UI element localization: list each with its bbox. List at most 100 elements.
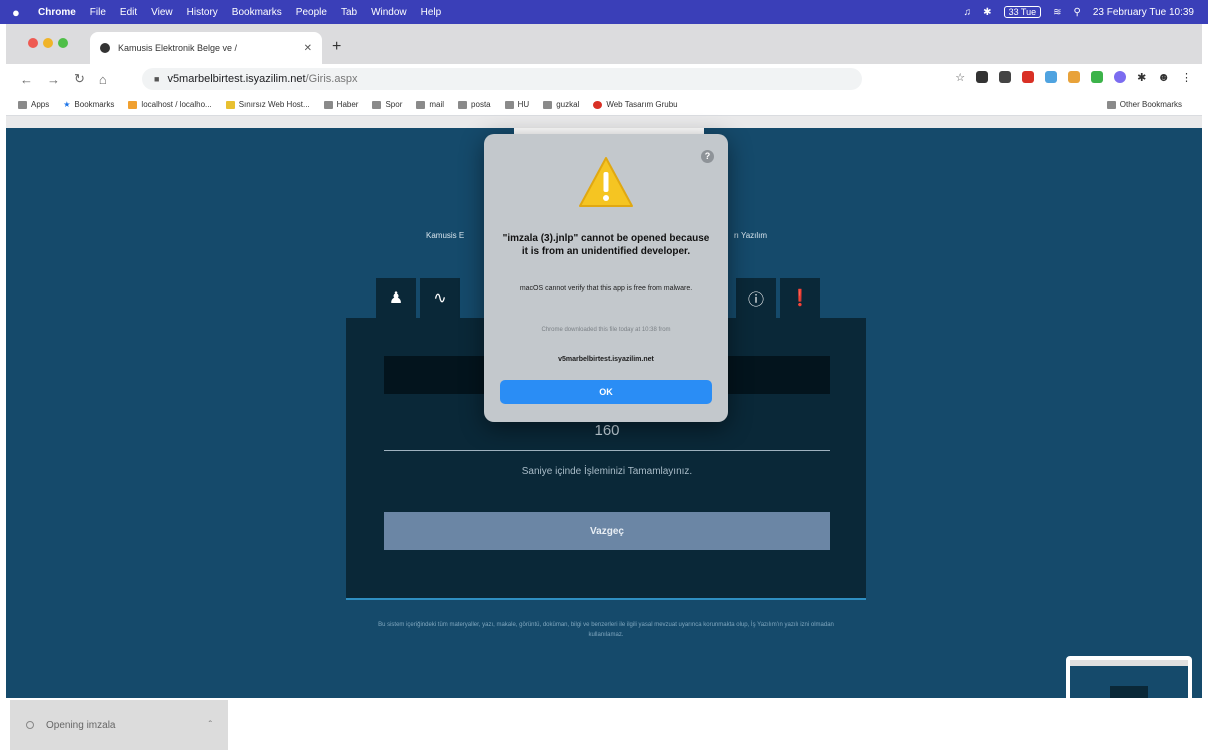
menu-edit[interactable]: Edit [120,7,137,18]
back-icon[interactable]: ← [20,72,33,87]
warning-icon [579,157,633,207]
close-window-button[interactable] [28,38,38,48]
apple-menu-icon[interactable]: ● [12,5,28,20]
signature-icon: ∿ [433,290,447,307]
star-bookmark-icon[interactable]: ☆ [955,71,965,84]
cancel-button[interactable]: Vazgeç [384,512,830,550]
lock-icon[interactable]: ■ [154,74,159,84]
extensions-puzzle-icon[interactable]: ✱ [1137,71,1146,84]
info-tab[interactable]: ❗ [780,278,820,318]
bookmark-label: guzkal [556,100,580,109]
bookmark-label: localhost / localho... [141,100,212,109]
help-button[interactable]: ? [701,150,714,163]
bookmark-folder-posta[interactable]: posta [458,100,491,109]
bookmark-label: Web Tasarım Grubu [606,100,678,109]
bookmark-web-tasarim[interactable]: Web Tasarım Grubu [593,100,678,109]
extension-icon[interactable] [1068,71,1081,83]
extension-icon[interactable] [1114,71,1127,83]
tab-title: Kamusis Elektronik Belge ve / [118,43,238,53]
bookmark-folder-mail[interactable]: mail [416,100,444,109]
menu-history[interactable]: History [187,7,218,18]
bookmark-web-host[interactable]: Sınırsız Web Host... [225,100,310,109]
bookmark-favicon-icon [128,100,138,109]
bookmark-label: HU [517,100,530,109]
countdown-hint: Saniye içinde İşleminizi Tamamlayınız. [521,466,693,477]
bluetooth-icon[interactable]: ✱ [983,7,991,18]
bookmark-localhost[interactable]: localhost / localho... [128,100,212,109]
bookmark-other[interactable]: Other Bookmarks [1106,100,1182,109]
bookmark-folder-haber[interactable]: Haber [323,100,359,109]
page-subtitle-right: rı Yazılım [734,231,768,240]
menu-bookmarks[interactable]: Bookmarks [232,7,282,18]
fullscreen-window-button[interactable] [58,38,68,48]
extension-icons: ☆ ✱ ☻ ⋮ [955,70,1192,84]
browser-toolbar: ← → ↻ ⌂ ■ v5marbelbirtest.isyazilim.net /… [6,64,1202,94]
bookmark-label: Other Bookmarks [1119,100,1182,109]
browser-window: Kamusis Elektronik Belge ve / ✕ + ← → ↻ … [6,24,1202,129]
more-menu-icon[interactable]: ⋮ [1181,71,1192,84]
bookmark-label: Sınırsız Web Host... [238,100,310,109]
gatekeeper-alert-dialog: ? "imzala (3).jnlp" cannot be opened bec… [484,134,728,422]
forward-icon[interactable]: → [47,72,60,87]
minimize-window-button[interactable] [43,38,53,48]
battery-status[interactable]: 33 Tue [1003,6,1042,18]
bookmark-label: Apps [31,100,50,109]
reload-icon[interactable]: ↻ [74,71,85,87]
new-tab-button[interactable]: + [332,38,341,56]
countdown-value: 160 [594,422,620,439]
datetime-clock[interactable]: 23 February Tue 10:39 [1093,7,1194,18]
download-label: Opening imzala [46,719,116,731]
menu-window[interactable]: Window [371,7,407,18]
menu-file[interactable]: File [90,7,106,18]
bookmark-apps[interactable]: Apps [18,100,49,109]
menu-chrome[interactable]: Chrome [38,7,76,18]
address-bar[interactable]: ■ v5marbelbirtest.isyazilim.net/Giris.as… [142,68,862,90]
bookmark-favicon-icon [593,100,603,109]
picture-in-picture-thumbnail[interactable] [1066,656,1192,698]
folder-icon [543,100,553,109]
tab-active[interactable]: Kamusis Elektronik Belge ve / ✕ [90,32,322,64]
close-tab-icon[interactable]: ✕ [304,43,312,54]
star-icon: ★ [63,100,71,109]
dialog-message: macOS cannot verify that this app is fre… [519,285,693,292]
extension-icon[interactable] [1091,71,1104,83]
bookmark-folder-guzkal[interactable]: guzkal [543,100,579,109]
bookmark-label: Bookmarks [74,100,115,109]
profile-avatar[interactable]: ☻ [1157,70,1170,84]
help-tab[interactable]: ⓘ [736,278,776,318]
dialog-source-host: v5marbelbirtest.isyazilim.net [558,356,654,363]
menu-help[interactable]: Help [421,7,442,18]
tab-strip: Kamusis Elektronik Belge ve / ✕ + [6,24,1202,64]
bookmark-bookmarks[interactable]: ★ Bookmarks [63,100,114,109]
user-login-tab[interactable]: ♟ [376,278,416,318]
extension-icon[interactable] [999,71,1012,83]
extension-icon[interactable] [1045,71,1058,83]
download-item[interactable]: Opening imzala ˆ [10,700,228,750]
menu-people[interactable]: People [296,7,327,18]
question-icon: ⓘ [747,292,764,309]
wifi-icon[interactable]: ≋ [1053,7,1061,18]
search-icon[interactable]: ⚲ [1073,7,1080,18]
bookmark-label: mail [429,100,445,109]
volume-icon[interactable]: ♫ [964,7,972,18]
signature-login-tab[interactable]: ∿ [420,278,460,318]
bookmarks-bar: Apps ★ Bookmarks localhost / localho... S… [6,94,1202,116]
bookmark-folder-spor[interactable]: Spor [372,100,402,109]
tab-favicon-icon [100,43,110,53]
menu-view[interactable]: View [151,7,173,18]
bookmark-folder-hu[interactable]: HU [504,100,530,109]
bookmark-label: Haber [336,100,359,109]
ok-button[interactable]: OK [500,380,712,404]
gmail-icon[interactable] [1022,71,1035,83]
login-method-tabs: ♟ ∿ [376,278,464,318]
thumbnail-box [1110,686,1148,698]
home-icon[interactable]: ⌂ [99,72,107,87]
extension-icon[interactable] [976,71,989,83]
panel-accent-line [346,598,866,600]
chevron-up-icon[interactable]: ˆ [209,720,212,731]
url-path: /Giris.aspx [305,73,358,85]
menu-tab[interactable]: Tab [341,7,357,18]
page-subtitle-left: Kamusis E [426,231,465,240]
folder-icon [372,100,382,109]
bookmark-label: posta [471,100,491,109]
